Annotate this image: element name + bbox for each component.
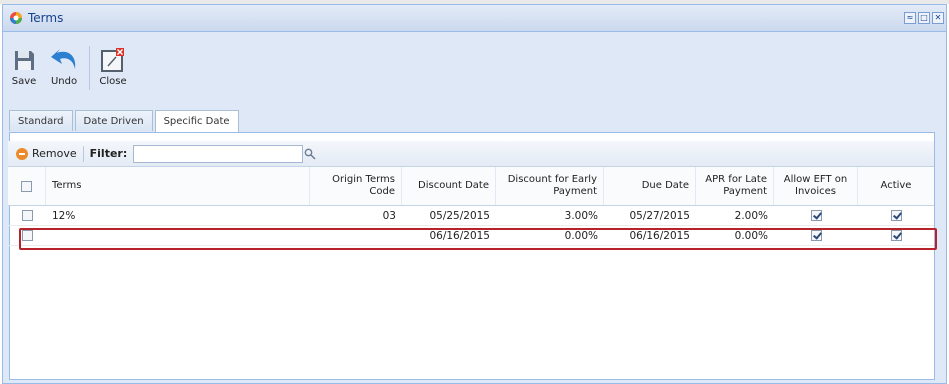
select-all-checkbox[interactable]: [21, 180, 32, 192]
grid-toolbar: Remove Filter:: [8, 141, 934, 167]
header-origin-terms-code[interactable]: Origin Terms Code: [310, 167, 402, 205]
cell-apr-for-late-payment[interactable]: 2.00%: [696, 206, 774, 225]
undo-icon: [51, 49, 76, 69]
tab-strip: Standard Date Driven Specific Date: [9, 110, 239, 133]
grid-toolbar-separator: [82, 145, 84, 162]
close-label: Close: [99, 76, 127, 87]
select-all-cell: [8, 167, 46, 205]
undo-button[interactable]: Undo: [49, 32, 79, 87]
close-icon: [101, 48, 124, 72]
app-logo-icon: [10, 12, 22, 24]
header-terms[interactable]: Terms: [46, 167, 310, 205]
allow-eft-checkbox[interactable]: [810, 210, 822, 221]
remove-icon: [16, 147, 28, 160]
save-button[interactable]: Save: [9, 32, 39, 87]
window-controls: ≈ □ ✕: [904, 12, 944, 24]
cell-origin-terms-code[interactable]: 03: [310, 206, 402, 225]
table-row[interactable]: 12% 03 05/25/2015 3.00% 05/27/2015 2.00%: [8, 206, 934, 226]
tab-standard[interactable]: Standard: [9, 110, 73, 131]
cell-discount-for-early-payment[interactable]: 3.00%: [496, 206, 604, 225]
search-icon: [304, 148, 316, 160]
row-highlight-outline: [19, 228, 937, 250]
cell-discount-date[interactable]: 05/25/2015: [402, 206, 496, 225]
grid-header: Terms Origin Terms Code Discount Date Di…: [8, 167, 934, 206]
maximize-icon[interactable]: □: [918, 12, 930, 24]
cell-due-date[interactable]: 05/27/2015: [604, 206, 696, 225]
window-titlebar: Terms ≈ □ ✕: [3, 5, 946, 32]
save-label: Save: [11, 76, 37, 87]
close-button[interactable]: Close: [98, 32, 128, 87]
remove-label: Remove: [32, 147, 77, 160]
save-icon: [15, 51, 34, 70]
filter-search-button[interactable]: [303, 145, 317, 163]
header-active[interactable]: Active: [858, 167, 934, 205]
toolbar: Save Undo Close: [3, 32, 946, 96]
header-allow-eft-on-invoices[interactable]: Allow EFT on Invoices: [774, 167, 858, 205]
toolbar-separator: [89, 46, 90, 90]
active-checkbox[interactable]: [890, 210, 902, 221]
header-discount-for-early-payment[interactable]: Discount for Early Payment: [496, 167, 604, 205]
collapse-icon[interactable]: ≈: [904, 12, 916, 24]
header-discount-date[interactable]: Discount Date: [402, 167, 496, 205]
row-select-checkbox[interactable]: [21, 210, 33, 221]
filter-label: Filter:: [89, 147, 128, 160]
cell-terms[interactable]: 12%: [46, 206, 310, 225]
tab-specific-date[interactable]: Specific Date: [154, 110, 239, 133]
filter-input[interactable]: [133, 144, 304, 163]
window-title: Terms: [28, 11, 64, 25]
close-window-icon[interactable]: ✕: [932, 12, 944, 24]
undo-label: Undo: [50, 76, 78, 87]
tab-date-driven[interactable]: Date Driven: [74, 110, 153, 131]
header-due-date[interactable]: Due Date: [604, 167, 696, 205]
remove-button[interactable]: Remove: [16, 147, 77, 160]
header-apr-for-late-payment[interactable]: APR for Late Payment: [696, 167, 774, 205]
